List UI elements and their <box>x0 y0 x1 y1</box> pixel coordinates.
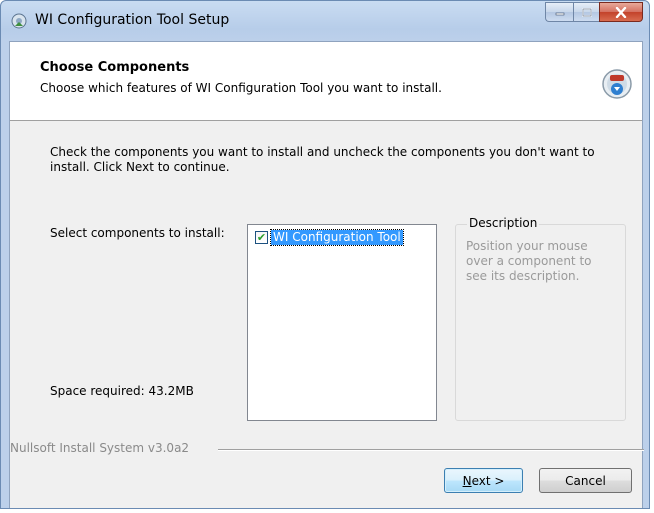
title-bar[interactable]: WI Configuration Tool Setup <box>1 1 649 41</box>
maximize-icon <box>581 7 592 17</box>
component-label[interactable]: WI Configuration Tool <box>270 229 404 246</box>
description-groupbox: Description Position your mouse over a c… <box>455 216 626 421</box>
space-required-label: Space required: 43.2MB <box>50 384 194 398</box>
maximize-button[interactable] <box>573 2 599 22</box>
header-panel: Choose Components Choose which features … <box>10 42 642 121</box>
window-title: WI Configuration Tool Setup <box>35 12 230 28</box>
branding-text: Nullsoft Install System v3.0a2 <box>10 441 196 455</box>
minimize-button[interactable] <box>545 2 573 22</box>
checkmark-icon: ✔ <box>256 231 267 244</box>
minimize-icon <box>555 12 564 16</box>
cancel-button[interactable]: Cancel <box>539 468 632 493</box>
description-text: Position your mouse over a component to … <box>466 239 592 283</box>
page-subtitle: Choose which features of WI Configuratio… <box>40 81 442 95</box>
components-list[interactable]: ✔ WI Configuration Tool <box>247 224 437 421</box>
description-title: Description <box>467 216 540 230</box>
installer-app-icon <box>11 13 27 29</box>
install-disc-icon <box>602 69 632 99</box>
instructions-text: Check the components you want to install… <box>50 145 595 174</box>
close-icon <box>615 6 627 18</box>
page-title: Choose Components <box>40 60 190 75</box>
select-components-label: Select components to install: <box>50 226 225 240</box>
list-item[interactable]: ✔ WI Configuration Tool <box>255 229 404 246</box>
close-button[interactable] <box>599 2 643 22</box>
next-button-accelerator: N <box>462 473 472 488</box>
component-checkbox[interactable]: ✔ <box>255 231 268 244</box>
next-button[interactable]: Next > <box>444 468 523 493</box>
dialog-client-area: Choose Components Choose which features … <box>9 41 644 508</box>
installer-window: WI Configuration Tool Setup Choose Compo… <box>0 0 650 509</box>
footer-divider <box>218 449 644 451</box>
next-button-label: ext > <box>471 473 505 488</box>
caption-buttons <box>545 2 643 22</box>
